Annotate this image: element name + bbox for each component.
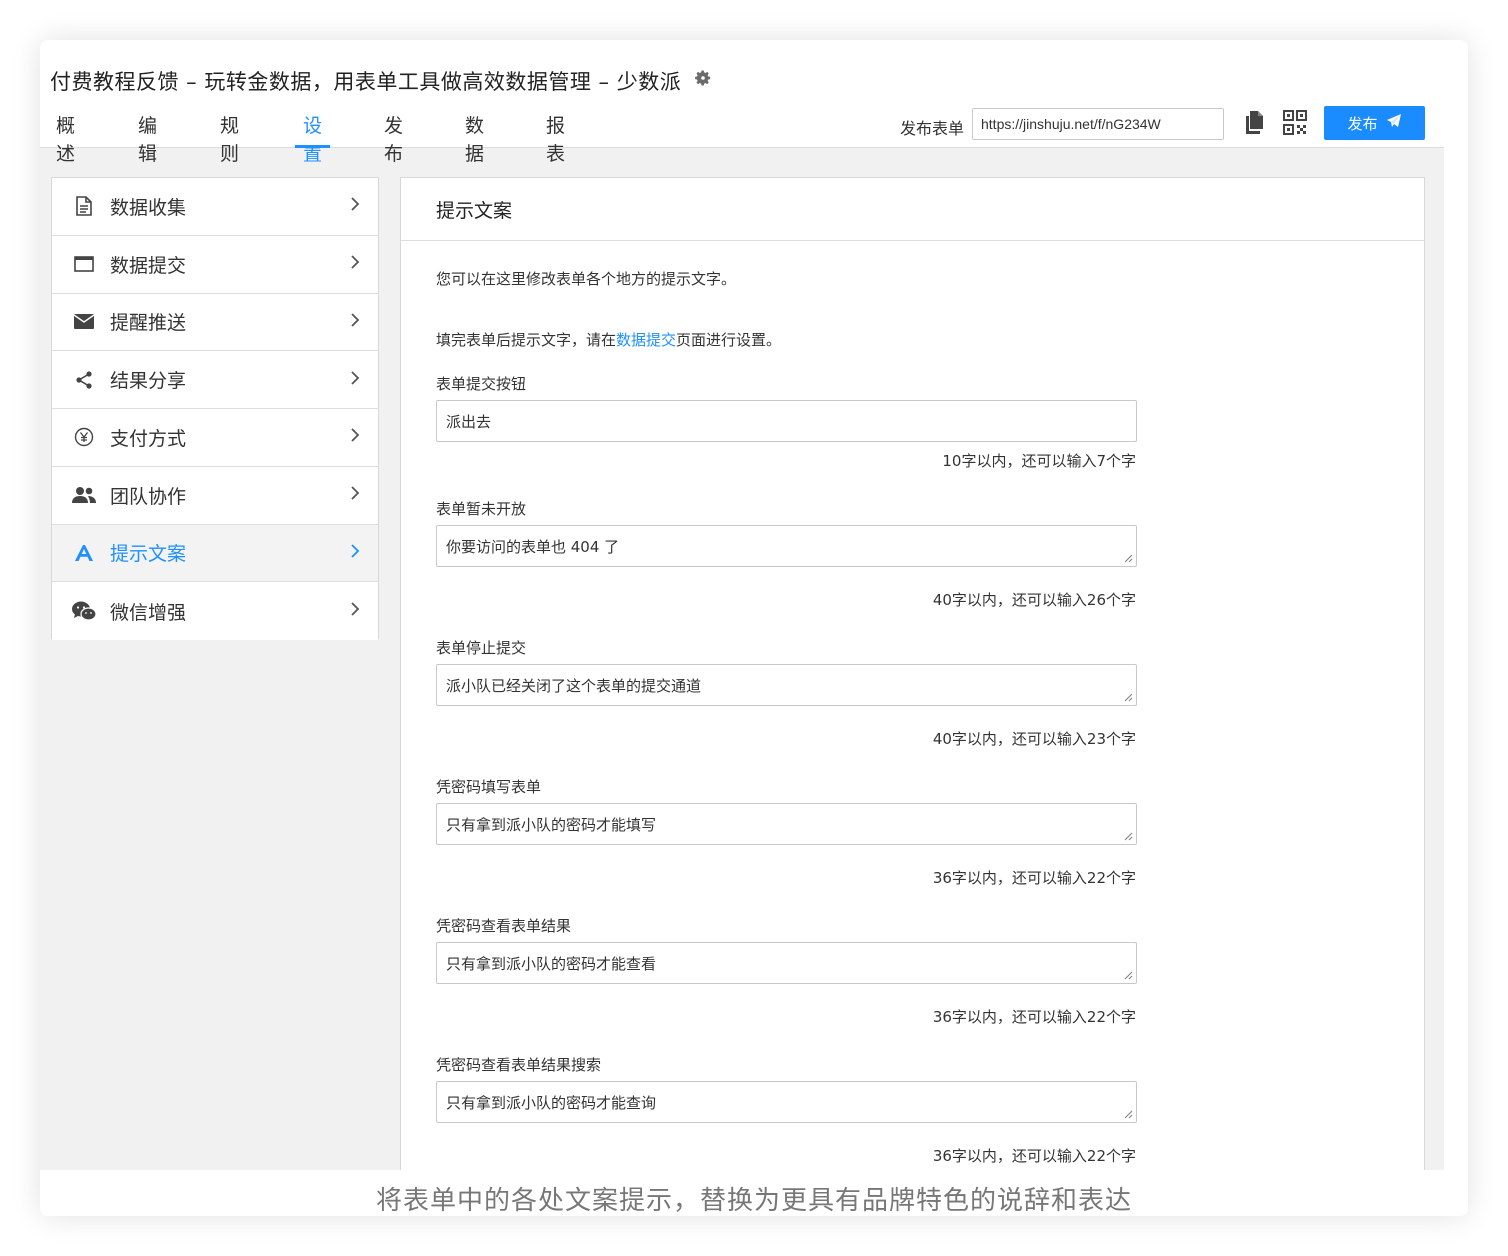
resize-handle-icon[interactable] xyxy=(1123,1109,1133,1119)
field-label: 凭密码填写表单 xyxy=(436,778,542,796)
char-counter: 10字以内，还可以输入7个字 xyxy=(942,452,1136,470)
form-title-text: 付费教程反馈 – 玩转金数据，用表单工具做高效数据管理 – 少数派 xyxy=(50,70,682,94)
panel-intro: 您可以在这里修改表单各个地方的提示文字。 xyxy=(436,270,737,288)
publish-button[interactable]: 发布 xyxy=(1324,106,1425,140)
sidebar-item-label: 结果分享 xyxy=(110,370,187,393)
form-stopped-textarea[interactable]: 派小队已经关闭了这个表单的提交通道 xyxy=(436,664,1137,706)
chevron-right-icon xyxy=(350,427,360,447)
sidebar-item-notifications[interactable]: 提醒推送 xyxy=(52,293,378,352)
yen-icon xyxy=(72,425,96,449)
window-icon xyxy=(72,252,96,276)
sidebar-item-label: 数据收集 xyxy=(110,196,187,219)
paper-plane-icon xyxy=(1386,113,1402,133)
password-search-results-textarea[interactable]: 只有拿到派小队的密码才能查询 xyxy=(436,1081,1137,1123)
chevron-right-icon xyxy=(350,196,360,216)
publish-url-input[interactable] xyxy=(972,108,1224,140)
tab-publish[interactable]: 发布 xyxy=(376,112,411,165)
panel-note: 填完表单后提示文字，请在数据提交页面进行设置。 xyxy=(436,329,781,350)
sidebar-item-wechat[interactable]: 微信增强 xyxy=(52,582,378,640)
chevron-right-icon xyxy=(350,312,360,332)
copy-icon[interactable] xyxy=(1244,110,1270,138)
sidebar-item-label: 数据提交 xyxy=(110,254,187,277)
publish-form-label: 发布表单 xyxy=(900,119,965,138)
char-counter: 40字以内，还可以输入23个字 xyxy=(932,730,1136,748)
sidebar-item-prompt-text[interactable]: 提示文案 xyxy=(52,524,378,583)
screenshot-caption: 将表单中的各处文案提示，替换为更具有品牌特色的说辞和表达 xyxy=(375,1186,1132,1216)
screenshot-frame: 付费教程反馈 – 玩转金数据，用表单工具做高效数据管理 – 少数派 概述 编辑 … xyxy=(40,40,1468,1216)
chevron-right-icon xyxy=(350,601,360,621)
field-label: 表单停止提交 xyxy=(436,639,527,657)
field-value: 派出去 xyxy=(446,412,492,431)
settings-sidebar: 数据收集 数据提交 提醒推送 结果分享 支付方式 团队协作 提示文案 微信增强 xyxy=(51,177,379,640)
document-icon xyxy=(72,194,96,218)
sidebar-item-label: 微信增强 xyxy=(110,601,187,624)
field-value: 只有拿到派小队的密码才能查询 xyxy=(446,1093,657,1112)
sidebar-item-result-share[interactable]: 结果分享 xyxy=(52,351,378,409)
chevron-right-icon xyxy=(350,254,360,274)
note-text: 页面进行设置。 xyxy=(676,331,782,349)
prompt-text-panel: 提示文案 您可以在这里修改表单各个地方的提示文字。 填完表单后提示文字，请在数据… xyxy=(400,177,1425,1187)
resize-handle-icon[interactable] xyxy=(1123,970,1133,980)
sidebar-item-label: 提示文案 xyxy=(110,543,187,566)
field-value: 你要访问的表单也 404 了 xyxy=(446,537,620,556)
share-icon xyxy=(72,368,96,392)
qrcode-icon[interactable] xyxy=(1283,110,1309,138)
wechat-icon xyxy=(72,599,96,623)
tab-data[interactable]: 数据 xyxy=(457,112,492,165)
field-label: 凭密码查看表单结果 xyxy=(436,917,572,935)
sidebar-item-data-collection[interactable]: 数据收集 xyxy=(52,178,378,236)
chevron-right-icon xyxy=(350,370,360,390)
users-icon xyxy=(72,483,96,507)
resize-handle-icon[interactable] xyxy=(1123,831,1133,841)
gear-icon[interactable] xyxy=(694,69,712,92)
chevron-right-icon xyxy=(350,485,360,505)
note-text: 填完表单后提示文字，请在 xyxy=(436,331,617,349)
publish-button-label: 发布 xyxy=(1347,114,1378,133)
tab-settings[interactable]: 设置 xyxy=(295,112,331,165)
password-fill-textarea[interactable]: 只有拿到派小队的密码才能填写 xyxy=(436,803,1137,845)
char-counter: 40字以内，还可以输入26个字 xyxy=(932,591,1136,609)
tab-edit[interactable]: 编辑 xyxy=(130,112,165,165)
chevron-right-icon xyxy=(350,543,360,563)
field-label: 凭密码查看表单结果搜索 xyxy=(436,1056,602,1074)
tab-reports[interactable]: 报表 xyxy=(538,112,573,165)
field-label: 表单暂未开放 xyxy=(436,500,527,518)
field-value: 派小队已经关闭了这个表单的提交通道 xyxy=(446,676,702,695)
tab-overview[interactable]: 概述 xyxy=(48,112,83,165)
font-icon xyxy=(72,541,96,565)
sidebar-item-label: 团队协作 xyxy=(110,485,187,508)
sidebar-item-team[interactable]: 团队协作 xyxy=(52,466,378,525)
sidebar-item-data-submit[interactable]: 数据提交 xyxy=(52,235,378,294)
submit-button-text-input[interactable]: 派出去 xyxy=(436,400,1137,442)
sidebar-item-label: 支付方式 xyxy=(110,427,187,450)
field-value: 只有拿到派小队的密码才能填写 xyxy=(446,815,657,834)
tab-rules[interactable]: 规则 xyxy=(212,112,247,165)
form-title: 付费教程反馈 – 玩转金数据，用表单工具做高效数据管理 – 少数派 xyxy=(50,66,712,96)
field-value: 只有拿到派小队的密码才能查看 xyxy=(446,954,657,973)
field-label: 表单提交按钮 xyxy=(436,375,527,393)
form-not-open-textarea[interactable]: 你要访问的表单也 404 了 xyxy=(436,525,1137,567)
sidebar-item-label: 提醒推送 xyxy=(110,312,187,335)
sidebar-item-payment[interactable]: 支付方式 xyxy=(52,409,378,467)
app-window: 付费教程反馈 – 玩转金数据，用表单工具做高效数据管理 – 少数派 概述 编辑 … xyxy=(40,40,1444,1187)
data-submit-link[interactable]: 数据提交 xyxy=(616,331,676,349)
char-counter: 36字以内，还可以输入22个字 xyxy=(932,1147,1136,1165)
password-view-results-textarea[interactable]: 只有拿到派小队的密码才能查看 xyxy=(436,942,1137,984)
char-counter: 36字以内，还可以输入22个字 xyxy=(932,1008,1136,1026)
top-bar: 付费教程反馈 – 玩转金数据，用表单工具做高效数据管理 – 少数派 概述 编辑 … xyxy=(40,40,1444,165)
char-counter: 36字以内，还可以输入22个字 xyxy=(932,869,1136,887)
envelope-icon xyxy=(72,310,96,334)
resize-handle-icon[interactable] xyxy=(1123,553,1133,563)
resize-handle-icon[interactable] xyxy=(1123,692,1133,702)
panel-title: 提示文案 xyxy=(401,178,1424,241)
